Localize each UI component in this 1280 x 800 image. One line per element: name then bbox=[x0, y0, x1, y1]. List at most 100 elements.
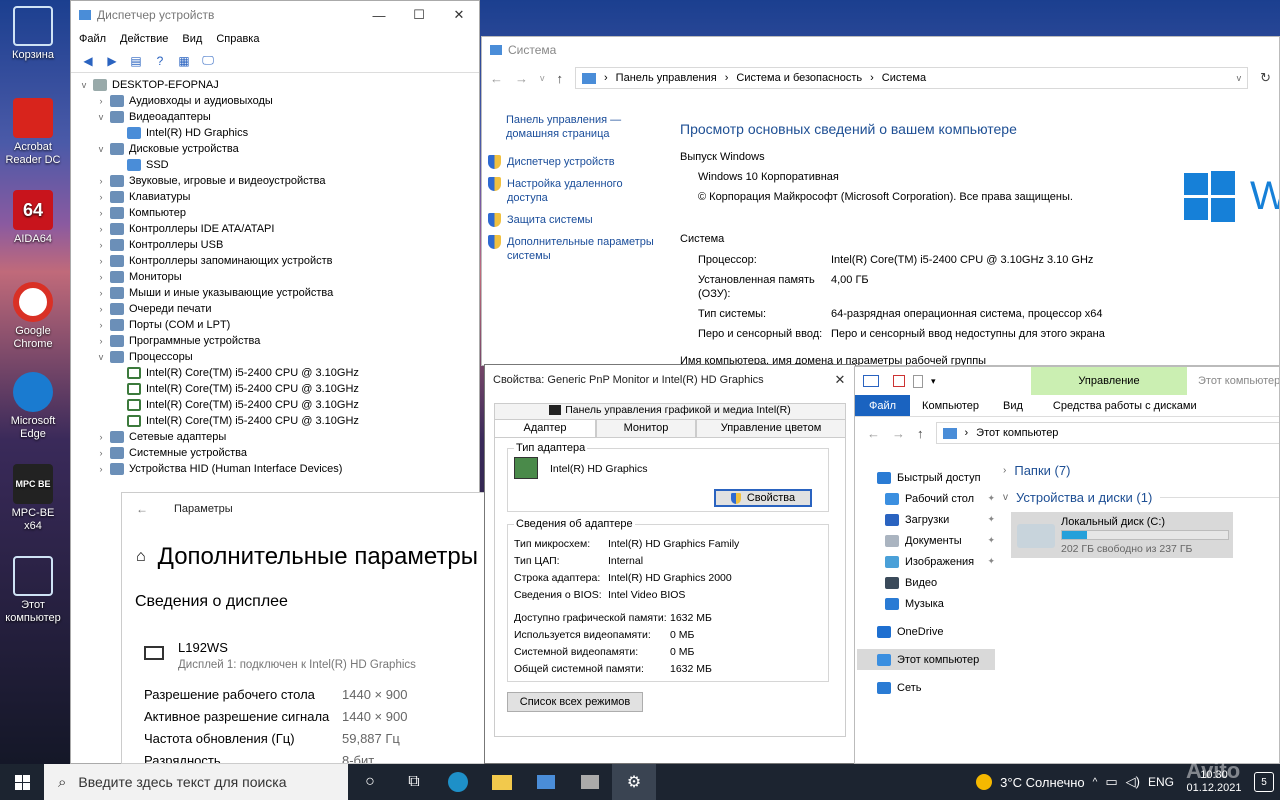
close-icon[interactable]: ✕ bbox=[825, 365, 855, 395]
blank-document-icon[interactable] bbox=[913, 374, 923, 388]
network-icon[interactable]: ▭ bbox=[1105, 774, 1117, 790]
tree-node[interactable]: › Системные устройства bbox=[77, 445, 479, 461]
chevron-right-icon[interactable]: › bbox=[94, 304, 108, 314]
monitor-row[interactable]: L192WS Дисплей 1: подключен к Intel(R) H… bbox=[144, 640, 416, 671]
nav-item[interactable]: Сеть bbox=[857, 677, 995, 698]
chevron-right-icon[interactable]: › bbox=[94, 272, 108, 282]
tree-node[interactable]: › Устройства HID (Human Interface Devices… bbox=[77, 461, 479, 477]
explorer-quick-icon[interactable] bbox=[863, 375, 879, 387]
nav-item[interactable]: Изображения ✦ bbox=[857, 551, 995, 572]
edge-taskbar-icon[interactable] bbox=[436, 764, 480, 800]
explorer-address-bar[interactable]: › Этот компьютер bbox=[935, 422, 1279, 444]
chevron-right-icon[interactable]: › bbox=[94, 240, 108, 250]
refresh-icon[interactable]: ↻ bbox=[1260, 70, 1271, 86]
chevron-down-icon[interactable]: v bbox=[94, 144, 108, 154]
tree-node[interactable]: v Процессоры bbox=[77, 349, 479, 365]
view-icon[interactable]: ▦ bbox=[175, 53, 193, 69]
desktop-icon[interactable]: Acrobat Reader DC bbox=[2, 98, 64, 167]
back-arrow-icon[interactable]: ← bbox=[136, 502, 148, 516]
properties-icon[interactable]: ▤ bbox=[127, 53, 145, 69]
pin-icon[interactable]: ✦ bbox=[987, 535, 995, 546]
system-sidebar-link[interactable]: Защита системы bbox=[488, 213, 658, 227]
breadcrumb-item[interactable]: Панель управления bbox=[616, 72, 717, 84]
chevron-right-icon[interactable]: › bbox=[94, 256, 108, 266]
tree-node[interactable]: › Очереди печати bbox=[77, 301, 479, 317]
pin-icon[interactable]: ✦ bbox=[987, 493, 995, 504]
task-view-icon[interactable]: ⧉ bbox=[392, 764, 436, 800]
tree-node[interactable]: › Клавиатуры bbox=[77, 189, 479, 205]
tree-node[interactable]: Intel(R) Core(TM) i5-2400 CPU @ 3.10GHz bbox=[77, 413, 479, 429]
close-icon[interactable]: ✕ bbox=[439, 1, 479, 29]
chevron-right-icon[interactable]: › bbox=[94, 432, 108, 442]
menu-item[interactable]: Действие bbox=[120, 33, 168, 45]
folders-group-header[interactable]: › Папки (7) bbox=[1003, 459, 1279, 481]
control-panel-home-link[interactable]: Панель управления — домашняя страница bbox=[488, 113, 628, 141]
pin-icon[interactable]: ✦ bbox=[987, 556, 995, 567]
chevron-right-icon[interactable]: › bbox=[94, 336, 108, 346]
desktop-icon[interactable]: Google Chrome bbox=[2, 282, 64, 351]
pin-icon[interactable]: ✦ bbox=[987, 514, 995, 525]
file-explorer-taskbar-icon[interactable] bbox=[480, 764, 524, 800]
weather-icon[interactable] bbox=[976, 774, 993, 790]
system-address-bar[interactable]: › Панель управления › Система и безопасн… bbox=[575, 67, 1249, 89]
tree-node[interactable]: › Сетевые адаптеры bbox=[77, 429, 479, 445]
properties-tab[interactable]: Управление цветом bbox=[696, 419, 846, 438]
chevron-right-icon[interactable]: › bbox=[94, 320, 108, 330]
monitor-scan-icon[interactable]: 🖵 bbox=[199, 53, 217, 69]
breadcrumb-item[interactable]: Система и безопасность bbox=[736, 72, 862, 84]
desktop-icon[interactable]: MPC BE MPC-BE x64 bbox=[2, 464, 64, 533]
chevron-right-icon[interactable]: › bbox=[94, 208, 108, 218]
chevron-down-icon[interactable]: v bbox=[77, 80, 91, 90]
tree-node[interactable]: v Видеоадаптеры bbox=[77, 109, 479, 125]
menu-item[interactable]: Справка bbox=[216, 33, 259, 45]
tray-chevron-icon[interactable]: ^ bbox=[1093, 777, 1098, 788]
desktop-icon[interactable]: Этот компьютер bbox=[2, 556, 64, 625]
desktop-icon[interactable]: Корзина bbox=[2, 6, 64, 62]
minimize-icon[interactable]: — bbox=[359, 1, 399, 29]
checkmark-icon[interactable] bbox=[893, 375, 905, 387]
ribbon-tab[interactable]: Вид bbox=[991, 395, 1035, 416]
help-icon[interactable]: ? bbox=[151, 53, 169, 69]
tree-node[interactable]: › Аудиовходы и аудиовыходы bbox=[77, 93, 479, 109]
back-arrow-icon[interactable]: ← bbox=[490, 71, 503, 86]
language-indicator[interactable]: ENG bbox=[1148, 775, 1174, 789]
chevron-right-icon[interactable]: › bbox=[94, 96, 108, 106]
ribbon-tab[interactable]: Компьютер bbox=[910, 395, 991, 416]
ribbon-tab[interactable]: Файл bbox=[855, 395, 911, 416]
properties-tab[interactable]: Адаптер bbox=[494, 419, 596, 438]
nav-item[interactable]: Загрузки ✦ bbox=[857, 509, 995, 530]
volume-icon[interactable]: ◁) bbox=[1126, 774, 1140, 790]
nav-item[interactable]: Документы ✦ bbox=[857, 530, 995, 551]
settings-taskbar-icon[interactable]: ⚙ bbox=[612, 764, 656, 800]
tree-node[interactable]: SSD bbox=[77, 157, 479, 173]
breadcrumb-item[interactable]: Система bbox=[882, 72, 926, 84]
list-all-modes-button[interactable]: Список всех режимов bbox=[507, 692, 643, 712]
tree-node[interactable]: v Дисковые устройства bbox=[77, 141, 479, 157]
menu-item[interactable]: Файл bbox=[79, 33, 106, 45]
properties-tab[interactable]: Монитор bbox=[596, 419, 696, 438]
system-taskbar-icon[interactable] bbox=[524, 764, 568, 800]
tree-root[interactable]: v DESKTOP-EFOPNAJ bbox=[77, 77, 479, 93]
tree-node[interactable]: › Контроллеры USB bbox=[77, 237, 479, 253]
back-arrow-icon[interactable]: ← bbox=[867, 426, 880, 441]
tree-node[interactable]: › Программные устройства bbox=[77, 333, 479, 349]
chevron-right-icon[interactable]: › bbox=[94, 176, 108, 186]
system-sidebar-link[interactable]: Дополнительные параметры системы bbox=[488, 235, 658, 263]
back-arrow-icon[interactable]: ◀ bbox=[79, 53, 97, 69]
recent-chevron-icon[interactable]: v bbox=[540, 73, 545, 83]
system-sidebar-link[interactable]: Диспетчер устройств bbox=[488, 155, 658, 169]
chevron-right-icon[interactable]: › bbox=[94, 464, 108, 474]
forward-arrow-icon[interactable]: → bbox=[892, 426, 905, 441]
chevron-right-icon[interactable]: › bbox=[94, 448, 108, 458]
forward-arrow-icon[interactable]: → bbox=[515, 71, 528, 86]
forward-arrow-icon[interactable]: ▶ bbox=[103, 53, 121, 69]
tree-node[interactable]: Intel(R) Core(TM) i5-2400 CPU @ 3.10GHz bbox=[77, 397, 479, 413]
chevron-right-icon[interactable]: › bbox=[94, 192, 108, 202]
tree-node[interactable]: › Мыши и иные указывающие устройства bbox=[77, 285, 479, 301]
nav-item[interactable]: OneDrive bbox=[857, 621, 995, 642]
nav-item[interactable]: Быстрый доступ bbox=[857, 467, 995, 488]
desktop-icon[interactable]: Microsoft Edge bbox=[2, 372, 64, 441]
start-button[interactable] bbox=[0, 764, 44, 800]
weather-text[interactable]: 3°C Солнечно bbox=[1000, 775, 1085, 790]
local-disk-tile[interactable]: Локальный диск (C:) 202 ГБ свободно из 2… bbox=[1011, 512, 1233, 558]
